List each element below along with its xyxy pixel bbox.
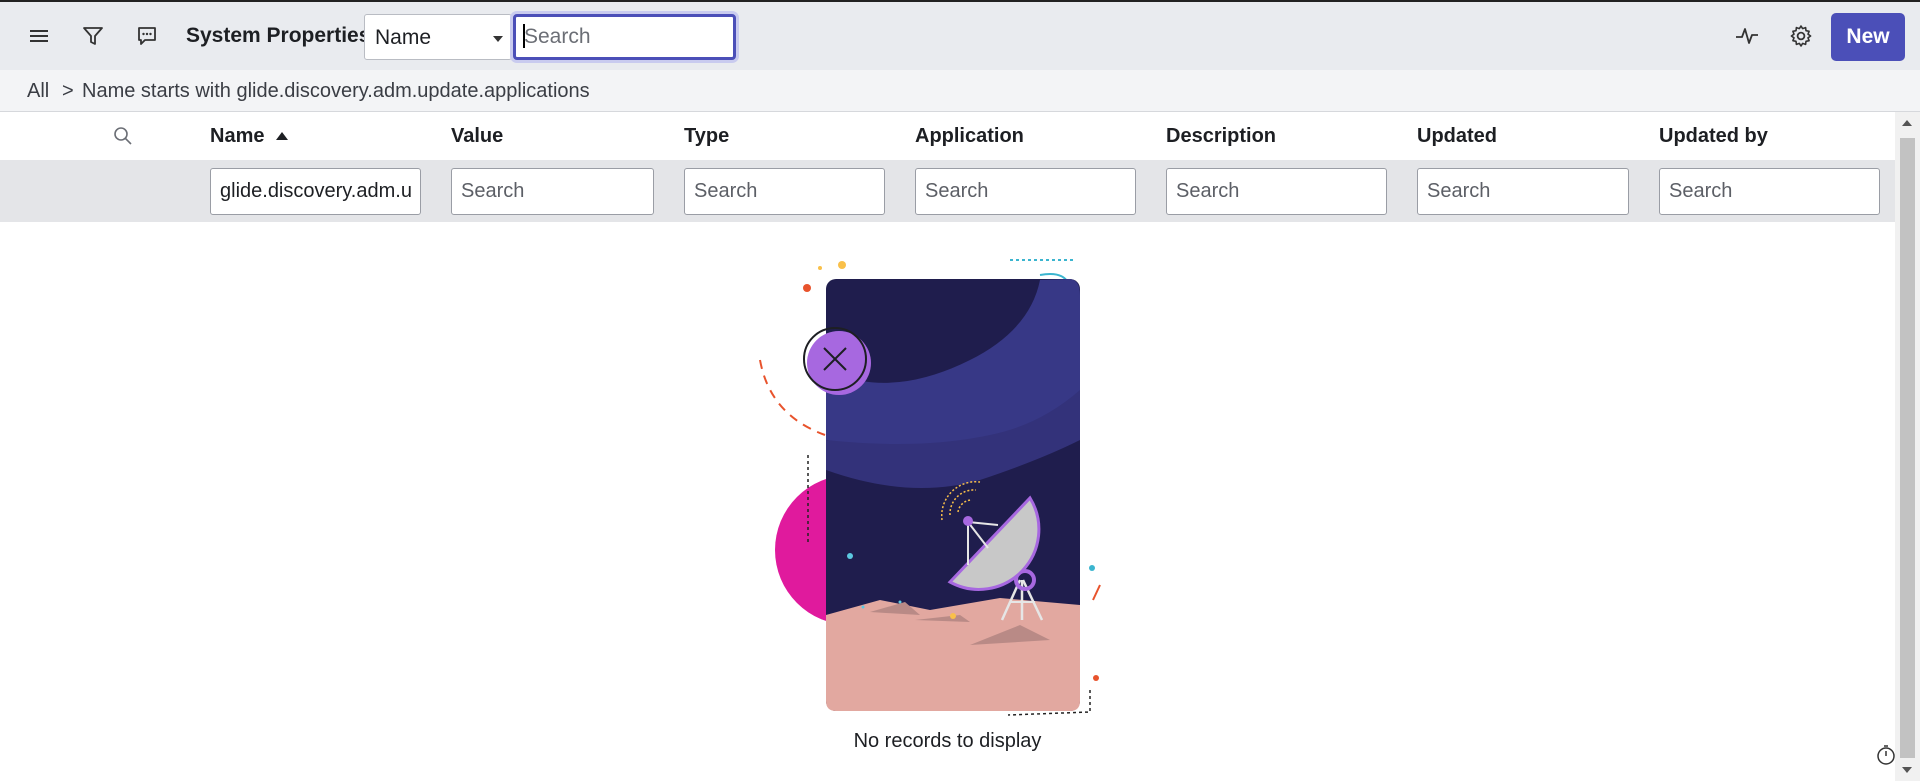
filter-icon[interactable] [76,19,110,53]
comment-icon[interactable] [130,19,164,53]
star-dot [861,605,865,609]
column-header-type[interactable]: Type [684,125,729,148]
search-icon[interactable] [113,126,133,151]
scrollbar-thumb[interactable] [1900,138,1915,758]
menu-icon[interactable] [22,19,56,53]
star-dot [898,600,902,604]
empty-state-illustration [759,259,1101,716]
column-header-updated[interactable]: Updated [1417,125,1497,148]
sort-ascending-icon [276,132,288,140]
filter-value-input[interactable] [451,168,654,215]
decor-dot [1089,565,1095,571]
column-header-value[interactable]: Value [451,125,503,148]
column-header-description[interactable]: Description [1166,125,1276,148]
gear-icon[interactable] [1784,19,1818,53]
search-field-select-value: Name [375,26,432,49]
filter-name-input[interactable] [210,168,421,215]
dish-receiver [963,516,973,526]
column-header-name[interactable]: Name [210,125,264,148]
vertical-scrollbar[interactable] [1895,112,1920,781]
decor-dot [818,266,822,270]
filter-updated-input[interactable] [1417,168,1629,215]
new-button[interactable]: New [1831,13,1905,61]
search-input[interactable] [513,14,736,60]
decor-dot [1093,675,1099,681]
decor-dash [1092,584,1101,601]
filter-description-input[interactable] [1166,168,1387,215]
empty-state-message: No records to display [853,730,1042,752]
breadcrumb: All > Name starts with glide.discovery.a… [0,70,1920,112]
filter-application-input[interactable] [915,168,1136,215]
column-header-updated-by[interactable]: Updated by [1659,125,1768,148]
decor-dot [803,284,811,292]
table-header: Name Value Type Application Description … [0,112,1895,160]
scroll-up-arrow-icon[interactable] [1902,120,1912,126]
page-title: System Properties [186,24,371,47]
filter-type-input[interactable] [684,168,885,215]
search-field-select[interactable]: Name [364,14,512,60]
star-dot [847,553,853,559]
chevron-down-icon [493,36,503,42]
filter-updated-by-input[interactable] [1659,168,1880,215]
star-dot [950,613,956,619]
column-filter-row [0,160,1895,222]
breadcrumb-separator: > [62,80,74,102]
column-header-application[interactable]: Application [915,125,1024,148]
timer-icon[interactable] [1875,744,1897,766]
scroll-down-arrow-icon[interactable] [1902,767,1912,773]
top-toolbar: System Properties Name New [0,0,1920,70]
breadcrumb-condition[interactable]: Name starts with glide.discovery.adm.upd… [82,80,590,103]
text-cursor [523,24,525,48]
decor-dot [838,261,846,269]
breadcrumb-all[interactable]: All [27,80,49,103]
activity-icon[interactable] [1730,19,1764,53]
